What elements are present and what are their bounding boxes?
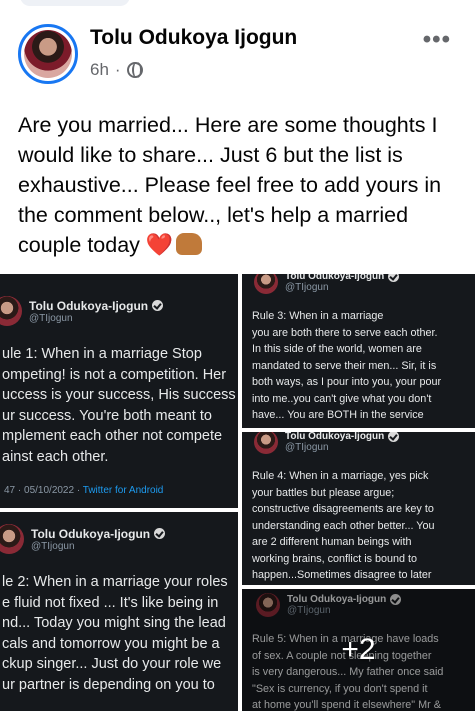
post-time[interactable]: 6h xyxy=(90,60,109,80)
tweet-author: Tolu Odukoya-Ijogun xyxy=(285,274,400,282)
caption-text: Are you married... Here are some thought… xyxy=(18,113,442,257)
tweet-avatar xyxy=(0,296,22,326)
tweet-header: Tolu Odukoya-Ijogun @TIjogun xyxy=(0,296,164,326)
media-tile-3[interactable]: Tolu Odukoya-Ijogun @TIjogun Rule 3: Whe… xyxy=(242,274,475,428)
tweet-handle: @TIjogun xyxy=(285,282,329,293)
media-tile-4[interactable]: Tolu Odukoya-Ijogun @TIjogun Rule 4: Whe… xyxy=(242,432,475,585)
tweet-author: Tolu Odukoya-Ijogun xyxy=(31,527,166,541)
verified-badge-icon xyxy=(152,300,164,311)
more-options-icon[interactable]: ••• xyxy=(423,26,451,54)
meta-separator: · xyxy=(114,60,121,79)
tweet-author: Tolu Odukoya-Ijogun xyxy=(29,299,164,313)
media-tile-5[interactable]: Tolu Odukoya-Ijogun @TIjogun Rule 5: Whe… xyxy=(242,589,475,711)
tweet-handle: @TIjogun xyxy=(285,442,329,453)
more-media-count: +2 xyxy=(341,633,376,666)
tweet-text: le 2: When in a marriage your roles e fl… xyxy=(2,574,228,693)
post-caption: Are you married... Here are some thought… xyxy=(18,110,468,260)
verified-badge-icon xyxy=(388,432,400,442)
tweet-text: ule 1: When in a marriage Stop ompeting!… xyxy=(2,346,236,465)
tweet-footer: 47 · 05/10/2022 · Twitter for Android xyxy=(4,485,164,496)
media-tile-2[interactable]: Tolu Odukoya-Ijogun @TIjogun le 2: When … xyxy=(0,512,238,711)
tweet-avatar xyxy=(0,524,24,554)
tweet-header: Tolu Odukoya-Ijogun @TIjogun xyxy=(0,524,166,554)
author-name[interactable]: Tolu Odukoya Ijogun xyxy=(90,26,297,50)
tweet-avatar xyxy=(254,274,278,294)
media-tile-1[interactable]: Tolu Odukoya-Ijogun @TIjogun ule 1: When… xyxy=(0,274,238,508)
verified-badge-icon xyxy=(388,274,400,282)
tweet-handle: @TIjogun xyxy=(29,312,73,324)
globe-icon xyxy=(126,62,143,78)
more-media-overlay[interactable]: +2 xyxy=(242,589,475,711)
post-meta: 6h · xyxy=(90,60,143,80)
tweet-author: Tolu Odukoya-Ijogun xyxy=(285,432,400,442)
tweet-text: Rule 3: When in a marriage you are both … xyxy=(252,310,442,421)
fist-bump-emoji xyxy=(176,233,203,255)
red-heart-emoji: ❤️ xyxy=(145,232,174,257)
post-header: Tolu Odukoya Ijogun 6h · ••• xyxy=(18,24,475,84)
author-avatar[interactable] xyxy=(18,24,78,84)
avatar-image xyxy=(24,30,72,78)
tweet-header: Tolu Odukoya-Ijogun @TIjogun xyxy=(254,432,400,454)
tweet-text: Rule 4: When in a marriage, yes pick you… xyxy=(252,470,435,581)
tweet-handle: @TIjogun xyxy=(31,540,75,552)
verified-badge-icon xyxy=(154,528,166,539)
media-grid: Tolu Odukoya-Ijogun @TIjogun ule 1: When… xyxy=(0,274,475,711)
previous-item-stub xyxy=(20,0,130,6)
tweet-header: Tolu Odukoya-Ijogun @TIjogun xyxy=(254,274,400,294)
tweet-avatar xyxy=(254,432,278,454)
